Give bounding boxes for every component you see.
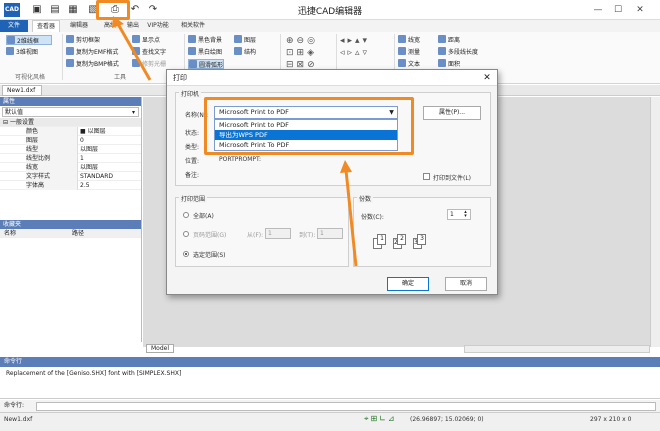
annotation-arrows: [112, 16, 358, 267]
arrow-to-dropdown: [344, 169, 358, 267]
arrow-head: [340, 160, 352, 173]
arrow-to-print: [116, 23, 152, 81]
